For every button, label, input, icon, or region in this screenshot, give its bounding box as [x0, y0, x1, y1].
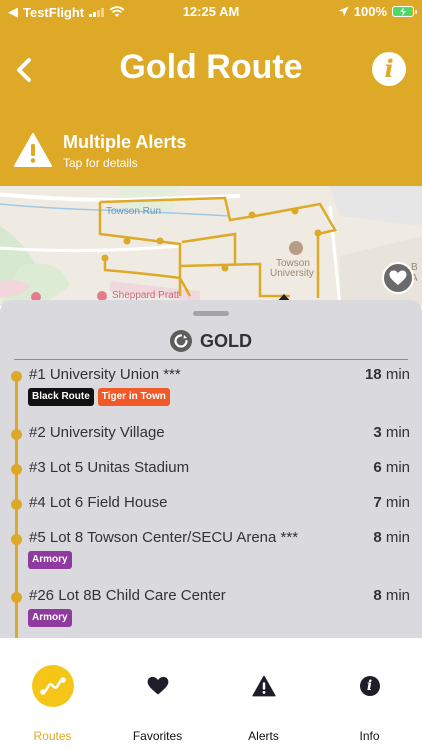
tab-routes[interactable]: Routes: [0, 638, 105, 750]
map-label-towson-run: Towson Run: [106, 206, 162, 217]
route-name: GOLD: [200, 330, 252, 351]
stop-name: #4 Lot 6 Field House: [29, 494, 168, 511]
map-graphic: [0, 186, 422, 306]
nav-bar: Gold Route i: [0, 40, 422, 100]
stop-eta-minutes: 18: [364, 366, 382, 383]
stop-dot: [11, 534, 22, 545]
route-info-button[interactable]: i: [372, 52, 406, 86]
info-icon: i: [359, 676, 380, 696]
tab-alerts-label: Alerts: [248, 729, 279, 743]
heart-icon: [389, 270, 407, 285]
stop-tags: Armory: [28, 551, 72, 569]
stop-eta: 8 min: [373, 587, 410, 604]
stop-eta-unit: min: [385, 459, 410, 476]
status-bar: ◀ TestFlight 12:25 AM 100%: [0, 0, 422, 22]
location-arrow-icon: [338, 6, 349, 17]
route-logo-icon: [170, 330, 192, 352]
stop-eta: 8 min: [373, 529, 410, 546]
stop-eta-unit: min: [385, 424, 410, 441]
route-tag: Armory: [28, 609, 72, 627]
stop-eta-unit: min: [385, 366, 410, 383]
sheet-grabber[interactable]: [193, 311, 229, 316]
stop-eta: 6 min: [373, 459, 410, 476]
header: ◀ TestFlight 12:25 AM 100% Gold Route i …: [0, 0, 422, 186]
stop-dot: [11, 499, 22, 510]
tab-bar: Routes Favorites Alerts i Info: [0, 638, 422, 750]
favorite-route-button[interactable]: [382, 262, 414, 294]
route-sheet: GOLD #1 University Union *** 18 min Black …: [0, 300, 422, 638]
stop-dot: [11, 464, 22, 475]
route-path-icon: [31, 665, 74, 707]
route-tag: Tiger in Town: [97, 388, 170, 406]
stop-tags: Armory: [28, 609, 72, 627]
alert-banner[interactable]: Multiple Alerts Tap for details: [0, 124, 422, 184]
warning-icon: [251, 675, 276, 697]
stop-dot: [11, 371, 22, 382]
map-label-university: University: [270, 268, 314, 279]
page-title: Gold Route: [119, 48, 303, 86]
stop-eta-unit: min: [385, 494, 410, 511]
route-tag: Armory: [28, 551, 72, 569]
battery-icon: [392, 6, 417, 17]
stop-name: #5 Lot 8 Towson Center/SECU Arena ***: [29, 529, 299, 546]
warning-icon: [14, 133, 52, 167]
route-tag: Black Route: [28, 388, 94, 406]
tab-info-label: Info: [359, 729, 380, 743]
divider: [14, 359, 408, 360]
tab-favorites[interactable]: Favorites: [105, 638, 210, 750]
stop-eta-minutes: 6: [373, 459, 382, 476]
stop-eta: 3 min: [373, 424, 410, 441]
stop-tags: Black Route Tiger in Town: [28, 388, 170, 406]
tab-info[interactable]: i Info: [317, 638, 422, 750]
tab-alerts[interactable]: Alerts: [211, 638, 316, 750]
battery-percent: 100%: [353, 4, 387, 19]
stop-eta: 7 min: [373, 494, 410, 511]
stop-eta-minutes: 8: [373, 529, 382, 546]
stop-name: #2 University Village: [29, 424, 165, 441]
stop-eta-unit: min: [385, 587, 410, 604]
stop-eta: 18 min: [365, 366, 410, 383]
stop-dot: [11, 429, 22, 440]
tab-favorites-label: Favorites: [132, 729, 183, 743]
stop-name: #3 Lot 5 Unitas Stadium: [29, 459, 190, 476]
stop-name: #1 University Union ***: [29, 366, 181, 383]
stop-name: #26 Lot 8B Child Care Center: [29, 587, 226, 604]
sheet-header: GOLD: [0, 330, 422, 352]
stop-eta-unit: min: [385, 529, 410, 546]
stop-dot: [11, 592, 22, 603]
stop-eta-minutes: 8: [373, 587, 382, 604]
heart-icon: [147, 676, 168, 695]
alert-title: Multiple Alerts: [63, 132, 187, 152]
stop-eta-minutes: 3: [373, 424, 382, 441]
stop-eta-minutes: 7: [373, 494, 382, 511]
status-right: 100%: [338, 4, 417, 19]
tab-routes-label: Routes: [33, 729, 72, 743]
alert-subtitle: Tap for details: [63, 156, 138, 170]
route-map[interactable]: Towson Run Towson University Sheppard Pr…: [0, 186, 422, 306]
